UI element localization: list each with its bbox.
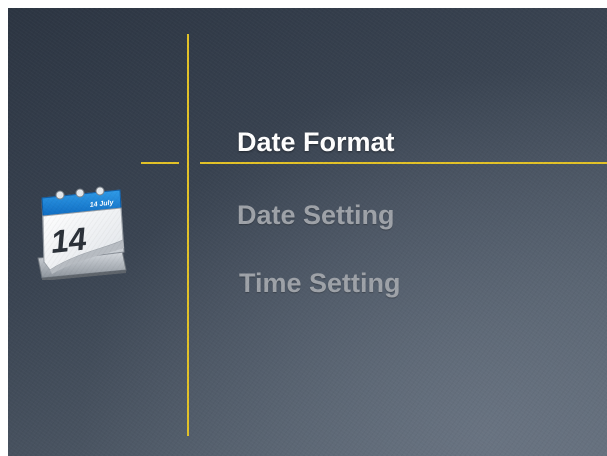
menu-item-time-setting[interactable]: Time Setting: [239, 267, 401, 299]
selection-line-right: [200, 162, 607, 164]
settings-screen: 14 July 14 Date Format Date Setting Time…: [8, 8, 607, 456]
vertical-divider: [187, 34, 189, 436]
calendar-icon: 14 July 14: [37, 186, 127, 280]
frame: 14 July 14 Date Format Date Setting Time…: [0, 0, 607, 456]
menu-item-date-format[interactable]: Date Format: [237, 126, 395, 158]
selection-line-left: [141, 162, 179, 164]
calendar-day-text: 14: [49, 220, 88, 260]
menu-item-date-setting[interactable]: Date Setting: [237, 199, 395, 231]
